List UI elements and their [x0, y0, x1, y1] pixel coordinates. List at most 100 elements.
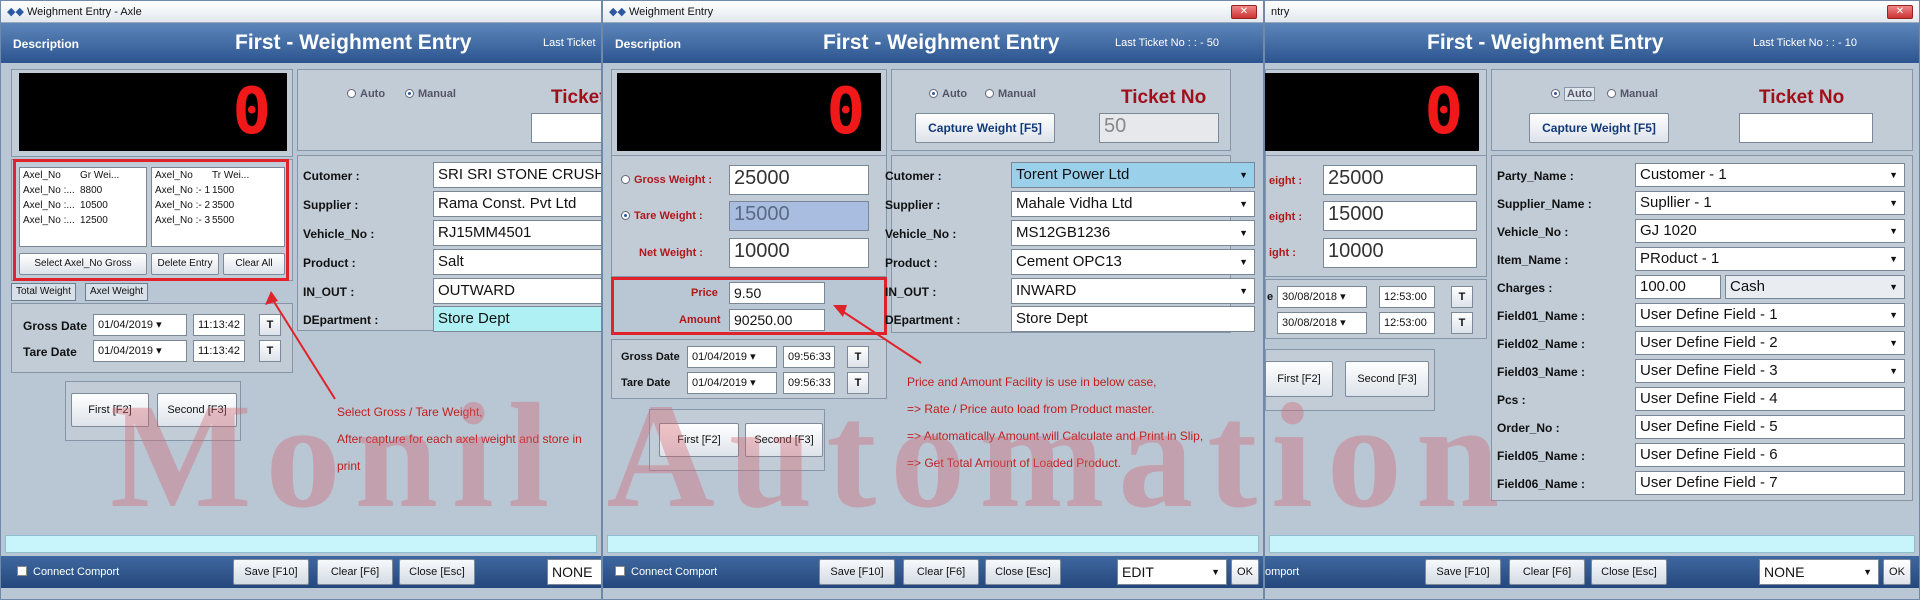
- field02-value: User Define Field - 2: [1640, 334, 1778, 351]
- field06-label: Field06_Name :: [1497, 477, 1586, 491]
- save-button[interactable]: Save [F10]: [819, 559, 895, 585]
- ok-button[interactable]: OK: [1883, 559, 1911, 585]
- dropdown-arrow-icon: ▼: [1889, 198, 1898, 208]
- net-weight-label: ight :: [1269, 247, 1296, 259]
- dropdown-arrow-icon: ▼: [1889, 170, 1898, 180]
- item-name-select[interactable]: PRoduct - 1 ▼: [1635, 247, 1905, 271]
- status-strip: [5, 535, 597, 553]
- connect-comport-checkbox[interactable]: Connect Comport: [17, 566, 119, 578]
- ticket-input[interactable]: [1739, 113, 1873, 143]
- status-strip: [607, 535, 1259, 553]
- field01-select[interactable]: User Define Field - 1 ▼: [1635, 303, 1905, 327]
- gross-weight-label: eight :: [1269, 175, 1302, 187]
- tare-t-button[interactable]: T: [1451, 312, 1473, 334]
- mode-select[interactable]: NONE ▼: [1759, 559, 1879, 585]
- bottom-toolbar: omport Save [F10] Clear [F6] Close [Esc]…: [1265, 556, 1919, 588]
- vehicle-select[interactable]: GJ 1020 ▼: [1635, 219, 1905, 243]
- weight-display: 0: [1265, 73, 1479, 151]
- auto-label: Auto: [1564, 87, 1596, 101]
- field03-label: Field03_Name :: [1497, 365, 1586, 379]
- mode-value: EDIT: [1122, 564, 1154, 580]
- mode-value: NONE: [1764, 564, 1805, 580]
- close-button[interactable]: Close [Esc]: [985, 559, 1061, 585]
- dropdown-arrow-icon: ▼: [1889, 226, 1898, 236]
- close-button[interactable]: Close [Esc]: [399, 559, 475, 585]
- field05-field[interactable]: User Define Field - 6: [1635, 443, 1905, 467]
- clear-button[interactable]: Clear [F6]: [317, 559, 393, 585]
- pcs-field[interactable]: User Define Field - 4: [1635, 387, 1905, 411]
- net-weight-field[interactable]: 10000: [1323, 238, 1477, 268]
- order-no-field[interactable]: User Define Field - 5: [1635, 415, 1905, 439]
- weight-digit: 0: [1424, 75, 1463, 149]
- field02-label: Field02_Name :: [1497, 337, 1586, 351]
- connect-comport-label[interactable]: omport: [1265, 566, 1299, 578]
- capture-weight-button[interactable]: Capture Weight [F5]: [1529, 113, 1669, 143]
- first-button[interactable]: First [F2]: [1265, 361, 1333, 397]
- checkbox-icon: [17, 566, 27, 576]
- gross-time-field[interactable]: 12:53:00: [1379, 286, 1435, 308]
- last-ticket-label: Last Ticket No : : - 10: [1753, 37, 1857, 49]
- tare-date-value: 30/08/2018: [1282, 317, 1338, 329]
- field01-value: User Define Field - 1: [1640, 306, 1778, 323]
- close-button[interactable]: Close [Esc]: [1591, 559, 1667, 585]
- charges-field[interactable]: 100.00: [1635, 275, 1721, 299]
- page-title: First - Weighment Entry: [1427, 31, 1664, 54]
- gross-weight-field[interactable]: 25000: [1323, 165, 1477, 195]
- field06-field[interactable]: User Define Field - 7: [1635, 471, 1905, 495]
- dropdown-arrow-icon: ▼: [1211, 567, 1220, 577]
- dropdown-arrow-icon: ▼: [1889, 338, 1898, 348]
- connect-comport-checkbox[interactable]: Connect Comport: [615, 566, 717, 578]
- radio-checked-icon: [1551, 89, 1560, 98]
- window-axle-entry: ◆◆ Weighment Entry - Axle Description Fi…: [0, 0, 602, 600]
- party-name-select[interactable]: Customer - 1 ▼: [1635, 163, 1905, 187]
- save-button[interactable]: Save [F10]: [233, 559, 309, 585]
- bottom-toolbar: Connect Comport Save [F10] Clear [F6] Cl…: [603, 556, 1263, 588]
- gross-date-label: e: [1267, 291, 1274, 303]
- ok-button[interactable]: OK: [1231, 559, 1259, 585]
- manual-label: Manual: [1620, 88, 1658, 100]
- item-name-value: PRoduct - 1: [1640, 250, 1720, 267]
- order-no-label: Order_No :: [1497, 421, 1560, 435]
- mode-select[interactable]: NONE: [547, 559, 601, 585]
- clear-button[interactable]: Clear [F6]: [903, 559, 979, 585]
- gross-t-button[interactable]: T: [1451, 286, 1473, 308]
- gross-date-picker[interactable]: 30/08/2018 ▾: [1277, 286, 1367, 308]
- header-bar: First - Weighment Entry Last Ticket No :…: [1265, 23, 1919, 63]
- vehicle-label: Vehicle_No :: [1497, 225, 1569, 239]
- manual-radio[interactable]: Manual: [1607, 88, 1658, 100]
- field03-value: User Define Field - 3: [1640, 362, 1778, 379]
- charges-mode-select[interactable]: Cash ▼: [1725, 275, 1905, 299]
- tare-time-field[interactable]: 12:53:00: [1379, 312, 1435, 334]
- field05-label: Field05_Name :: [1497, 449, 1586, 463]
- tare-date-picker[interactable]: 30/08/2018 ▾: [1277, 312, 1367, 334]
- save-button[interactable]: Save [F10]: [1425, 559, 1501, 585]
- close-window-icon[interactable]: ✕: [1887, 5, 1913, 19]
- vehicle-value: GJ 1020: [1640, 222, 1697, 239]
- annotation-arrow: [833, 305, 922, 364]
- auto-radio[interactable]: Auto: [1551, 87, 1596, 101]
- checkbox-icon: [615, 566, 625, 576]
- party-name-label: Party_Name :: [1497, 169, 1574, 183]
- field01-label: Field01_Name :: [1497, 309, 1586, 323]
- supplier-name-label: Supplier_Name :: [1497, 197, 1592, 211]
- tare-weight-label: eight :: [1269, 211, 1302, 223]
- charges-mode-value: Cash: [1730, 278, 1766, 295]
- field02-select[interactable]: User Define Field - 2 ▼: [1635, 331, 1905, 355]
- dropdown-arrow-icon: ▼: [1889, 366, 1898, 376]
- tare-weight-field[interactable]: 15000: [1323, 201, 1477, 231]
- clear-button[interactable]: Clear [F6]: [1509, 559, 1585, 585]
- supplier-name-select[interactable]: Supllier - 1 ▼: [1635, 191, 1905, 215]
- title-bar: ntry ✕: [1265, 1, 1919, 23]
- ticket-label: Ticket No: [1759, 87, 1845, 108]
- status-strip: [1269, 535, 1915, 553]
- field03-select[interactable]: User Define Field - 3 ▼: [1635, 359, 1905, 383]
- second-button[interactable]: Second [F3]: [1345, 361, 1429, 397]
- gross-date-value: 30/08/2018: [1282, 291, 1338, 303]
- calendar-icon: ▾: [1340, 317, 1346, 329]
- connect-label: Connect Comport: [631, 566, 718, 578]
- window-weighment-entry-custom: ntry ✕ First - Weighment Entry Last Ticke…: [1264, 0, 1920, 600]
- window-weighment-entry: ◆◆ Weighment Entry ✕ Description First - …: [602, 0, 1264, 600]
- mode-select[interactable]: EDIT ▼: [1117, 559, 1227, 585]
- dropdown-arrow-icon: ▼: [1889, 310, 1898, 320]
- dropdown-arrow-icon: ▼: [1889, 282, 1898, 292]
